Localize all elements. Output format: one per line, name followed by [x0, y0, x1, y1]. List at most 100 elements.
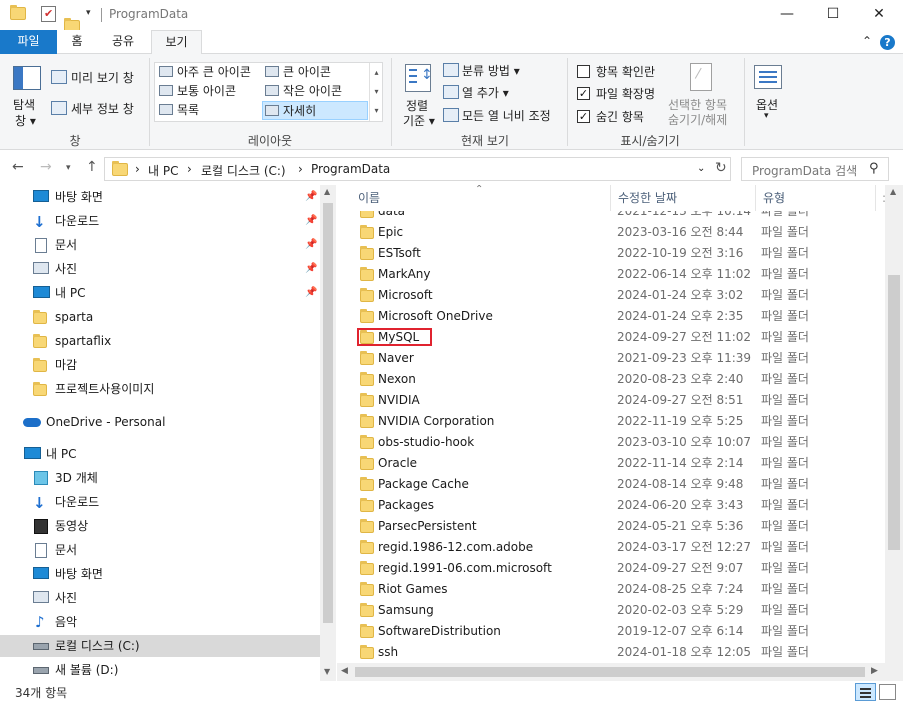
file-extensions-checkbox[interactable]: ✓ [577, 87, 590, 100]
item-checkboxes-label[interactable]: 항목 확인란 [596, 63, 655, 80]
customize-quick-access-icon[interactable]: ▾ [86, 8, 91, 18]
table-row[interactable]: Riot Games 2024-08-25 오후 7:24 파일 폴더 [337, 579, 885, 600]
item-checkboxes-checkbox[interactable] [577, 65, 590, 78]
chevron-right-icon[interactable]: › [187, 162, 192, 176]
column-header-name[interactable]: 이름 [358, 185, 380, 211]
maximize-button[interactable]: ☐ [810, 0, 856, 30]
layout-details[interactable]: 자세히 [262, 101, 368, 120]
table-row[interactable]: Microsoft OneDrive 2024-01-24 오후 2:35 파일 폴… [337, 306, 885, 327]
up-button[interactable]: ↑ [86, 159, 98, 175]
nav-pane-scroll-thumb[interactable] [323, 203, 333, 623]
file-name[interactable]: ESTsoft [378, 243, 421, 264]
chevron-right-icon[interactable]: › [135, 162, 140, 176]
sort-by-icon[interactable]: ↕ [405, 64, 433, 92]
pin-icon[interactable]: 📌 [305, 210, 317, 232]
file-name[interactable]: ParsecPersistent [378, 516, 477, 537]
chevron-right-icon[interactable]: › [298, 162, 303, 176]
layout-list[interactable]: 목록 [157, 101, 199, 120]
file-name[interactable]: Epic [378, 222, 403, 243]
hidden-items-checkbox[interactable]: ✓ [577, 110, 590, 123]
address-dropdown-icon[interactable]: ⌄ [697, 163, 705, 174]
search-box[interactable]: ProgramData 검색 ⚲ [741, 157, 889, 181]
pin-icon[interactable]: 📌 [305, 258, 317, 280]
options-chevron-icon[interactable]: ▾ [764, 111, 769, 121]
table-row[interactable]: NVIDIA Corporation 2022-11-19 오후 5:25 파일 폴… [337, 411, 885, 432]
tab-view[interactable]: 보기 [151, 30, 202, 55]
table-row[interactable]: Epic 2023-03-16 오전 8:44 파일 폴더 [337, 222, 885, 243]
search-input[interactable]: ProgramData 검색 [752, 162, 857, 179]
search-icon[interactable]: ⚲ [869, 161, 879, 176]
file-name[interactable]: obs-studio-hook [378, 432, 474, 453]
layout-extra-large-icons[interactable]: 아주 큰 아이콘 [157, 63, 251, 82]
large-icons-view-toggle[interactable] [879, 684, 896, 700]
file-name[interactable]: Riot Games [378, 579, 448, 600]
nav-item-3d-objects[interactable]: 3D 개체 [0, 467, 320, 489]
file-name[interactable]: Samsung [378, 600, 434, 621]
tab-home[interactable]: 홈 [60, 30, 94, 54]
hidden-items-label[interactable]: 숨긴 항목 [596, 108, 644, 125]
table-row[interactable]: NVIDIA 2024-09-27 오전 8:51 파일 폴더 [337, 390, 885, 411]
file-name[interactable]: NVIDIA Corporation [378, 411, 494, 432]
address-bar[interactable]: › 내 PC › 로컬 디스크 (C:) › ProgramData ⌄ ↻ [104, 157, 731, 181]
group-by-button[interactable]: 분류 방법 ▾ [462, 62, 520, 79]
tab-share[interactable]: 공유 [100, 30, 146, 54]
nav-item-this-pc-quick[interactable]: 내 PC 📌 [0, 282, 320, 304]
file-name[interactable]: SoftwareDistribution [378, 621, 501, 642]
file-name[interactable]: ssh [378, 642, 398, 663]
file-list-scroll-thumb[interactable] [888, 275, 900, 550]
table-row[interactable]: regid.1991-06.com.microsoft 2024-09-27 오전… [337, 558, 885, 579]
breadcrumb-folder[interactable]: ProgramData [311, 162, 390, 176]
column-header-type[interactable]: 유형 [763, 185, 785, 211]
file-list-h-scroll-thumb[interactable] [355, 667, 865, 677]
table-row[interactable]: obs-studio-hook 2023-03-10 오후 10:07 파일 폴더 [337, 432, 885, 453]
options-icon[interactable] [754, 65, 782, 89]
file-name[interactable]: regid.1991-06.com.microsoft [378, 558, 552, 579]
sort-by-label2[interactable]: 기준 ▾ [403, 112, 435, 129]
nav-item-videos[interactable]: 동영상 [0, 515, 320, 537]
column-divider[interactable] [875, 185, 876, 211]
file-name[interactable]: Naver [378, 348, 414, 369]
file-name[interactable]: MarkAny [378, 264, 431, 285]
ribbon-collapse-icon[interactable]: ⌃ [862, 34, 872, 48]
table-row[interactable]: Nexon 2020-08-23 오후 2:40 파일 폴더 [337, 369, 885, 390]
table-row[interactable]: SoftwareDistribution 2019-12-07 오후 6:14 파일… [337, 621, 885, 642]
file-name[interactable]: data [378, 211, 405, 222]
file-name[interactable]: Oracle [378, 453, 417, 474]
nav-item-pc-pictures[interactable]: 사진 [0, 587, 320, 609]
nav-item-local-disk-c[interactable]: 로컬 디스크 (C:) [0, 635, 320, 657]
recent-locations-button[interactable]: ▾ [66, 163, 71, 173]
file-name[interactable]: NVIDIA [378, 390, 420, 411]
pin-icon[interactable]: 📌 [305, 282, 317, 304]
table-row[interactable]: ParsecPersistent 2024-05-21 오후 5:36 파일 폴더 [337, 516, 885, 537]
nav-item-pc-downloads[interactable]: ↓ 다운로드 [0, 491, 320, 513]
preview-pane-button[interactable]: 미리 보기 창 [71, 69, 134, 86]
file-list-h-scrollbar[interactable]: ◀ ▶ [337, 663, 903, 681]
file-name[interactable]: Nexon [378, 369, 416, 390]
table-row[interactable]: ssh 2024-01-18 오후 12:05 파일 폴더 [337, 642, 885, 663]
navigation-pane-icon[interactable] [13, 66, 41, 90]
nav-item-onedrive[interactable]: OneDrive - Personal [0, 411, 320, 433]
column-divider[interactable] [755, 185, 756, 211]
file-name[interactable]: Packages [378, 495, 434, 516]
nav-item-desktop[interactable]: 바탕 화면 📌 [0, 186, 320, 208]
table-row[interactable]: Package Cache 2024-08-14 오후 9:48 파일 폴더 [337, 474, 885, 495]
file-name[interactable]: Microsoft OneDrive [378, 306, 493, 327]
nav-item-this-pc[interactable]: 내 PC [0, 443, 320, 465]
nav-item-pc-desktop[interactable]: 바탕 화면 [0, 563, 320, 585]
table-row[interactable]: ESTsoft 2022-10-19 오전 3:16 파일 폴더 [337, 243, 885, 264]
table-row[interactable]: Samsung 2020-02-03 오후 5:29 파일 폴더 [337, 600, 885, 621]
file-extensions-label[interactable]: 파일 확장명 [596, 85, 655, 102]
table-row[interactable]: Microsoft 2024-01-24 오후 3:02 파일 폴더 [337, 285, 885, 306]
details-view-toggle[interactable] [855, 683, 876, 701]
table-row[interactable]: data 2021-12-13 오후 10:14 파일 폴더 [337, 211, 885, 222]
breadcrumb-drive[interactable]: 로컬 디스크 (C:) [201, 162, 286, 179]
properties-quick-icon[interactable]: ✔ [41, 6, 56, 22]
table-row[interactable]: Packages 2024-06-20 오후 3:43 파일 폴더 [337, 495, 885, 516]
file-name[interactable]: Package Cache [378, 474, 469, 495]
nav-item-volume-d[interactable]: 새 볼륨 (D:) [0, 659, 320, 681]
nav-pane-scrollbar[interactable]: ▲ ▼ [320, 185, 336, 681]
layout-medium-icons[interactable]: 보통 아이콘 [157, 82, 236, 101]
nav-item-documents[interactable]: 문서 📌 [0, 234, 320, 256]
pin-icon[interactable]: 📌 [305, 234, 317, 256]
refresh-icon[interactable]: ↻ [715, 160, 727, 176]
